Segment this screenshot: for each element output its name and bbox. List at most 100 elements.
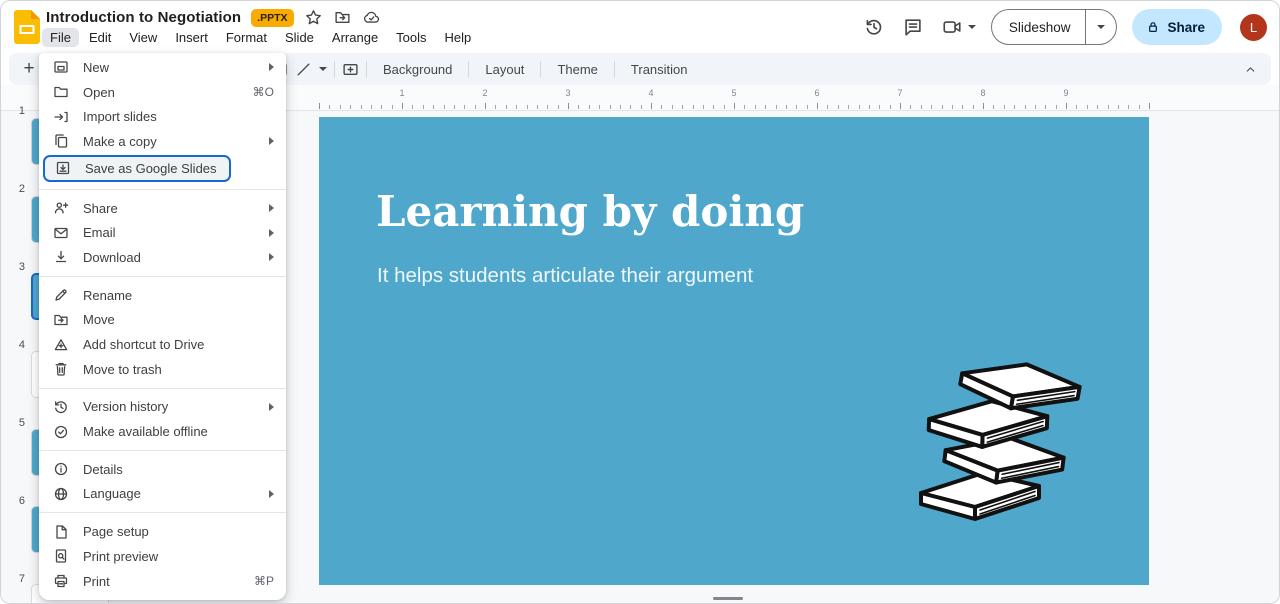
star-icon[interactable] (304, 8, 323, 27)
menu-item-email[interactable]: Email (39, 220, 286, 245)
toolbar-separator (468, 61, 469, 78)
menu-item-open[interactable]: Open⌘O (39, 80, 286, 105)
meet-camera-button[interactable] (940, 15, 976, 39)
collapse-toolbar-button[interactable] (1235, 53, 1265, 85)
menu-shortcut: ⌘O (253, 85, 274, 99)
comments-icon[interactable] (901, 15, 925, 39)
ruler-tick (682, 105, 683, 109)
ruler-tick (890, 105, 891, 109)
menu-item-language[interactable]: Language (39, 482, 286, 507)
menu-item-rename[interactable]: Rename (39, 283, 286, 308)
toolbar-background-button[interactable]: Background (374, 57, 461, 82)
ruler-tick (1056, 105, 1057, 109)
ruler-tick (910, 105, 911, 109)
menu-item-move[interactable]: Move (39, 308, 286, 333)
ruler-number: 1 (399, 88, 404, 98)
slideshow-dropdown-button[interactable] (1086, 10, 1116, 44)
books-stack-image[interactable] (905, 355, 1105, 533)
menu-item-details[interactable]: Details (39, 457, 286, 482)
version-history-icon[interactable] (862, 15, 886, 39)
menu-item-download[interactable]: Download (39, 245, 286, 270)
ruler-tick (1097, 105, 1098, 109)
cloud-saved-icon[interactable] (362, 8, 381, 27)
document-title[interactable]: Introduction to Negotiation (46, 9, 241, 26)
ruler-tick (973, 105, 974, 109)
slides-logo-icon[interactable] (14, 10, 40, 44)
menu-item-make-a-copy[interactable]: Make a copy (39, 129, 286, 154)
line-tool-icon[interactable] (295, 61, 312, 78)
ruler-ticks: 123456789 (319, 85, 1150, 110)
ruler-tick (329, 105, 330, 109)
menubar-help[interactable]: Help (437, 28, 480, 47)
printer-icon (53, 573, 69, 589)
ruler-tick (464, 105, 465, 109)
menubar-arrange[interactable]: Arrange (324, 28, 386, 47)
menu-item-label: Print preview (83, 549, 274, 564)
email-icon (53, 225, 69, 241)
ruler-tick (475, 105, 476, 109)
import-slides-icon (53, 109, 69, 125)
menubar-view[interactable]: View (121, 28, 165, 47)
ruler-tick (1004, 105, 1005, 109)
menu-item-make-available-offline[interactable]: Make available offline (39, 419, 286, 444)
menu-item-import-slides[interactable]: Import slides (39, 104, 286, 129)
menu-item-version-history[interactable]: Version history (39, 395, 286, 420)
toolbar-layout-button[interactable]: Layout (476, 57, 533, 82)
ruler-tick (859, 105, 860, 109)
ruler-tick (744, 105, 745, 109)
share-button[interactable]: Share (1132, 9, 1222, 45)
submenu-arrow-icon (269, 63, 274, 71)
folder-open-icon (53, 84, 69, 100)
notes-resize-handle[interactable] (713, 597, 743, 600)
print-preview-icon (53, 548, 69, 564)
menu-item-move-to-trash[interactable]: Move to trash (39, 357, 286, 382)
avatar[interactable]: L (1240, 14, 1267, 41)
menu-item-label: Details (83, 462, 274, 477)
menu-item-new[interactable]: New (39, 55, 286, 80)
ruler-tick (578, 105, 579, 109)
slide-subtitle-text[interactable]: It helps students articulate their argum… (377, 264, 753, 288)
menubar-edit[interactable]: Edit (81, 28, 119, 47)
menu-item-save-as-google-slides[interactable]: Save as Google Slides (39, 154, 286, 183)
ruler-tick (589, 105, 590, 109)
move-folder-icon[interactable] (333, 8, 352, 27)
menu-item-print-preview[interactable]: Print preview (39, 544, 286, 569)
menu-item-print[interactable]: Print⌘P (39, 569, 286, 594)
ruler-tick (412, 105, 413, 109)
menubar-slide[interactable]: Slide (277, 28, 322, 47)
menu-item-label: New (83, 60, 257, 75)
ruler-tick (1108, 105, 1109, 109)
ruler-tick (537, 105, 538, 109)
toolbar-theme-button[interactable]: Theme (548, 57, 606, 82)
slideshow-button[interactable]: Slideshow (992, 10, 1086, 44)
menu-item-add-shortcut-to-drive[interactable]: Add shortcut to Drive (39, 332, 286, 357)
folder-move-icon (53, 312, 69, 328)
chevron-down-icon[interactable] (319, 67, 327, 71)
app-window: Introduction to Negotiation .PPTX FileEd… (0, 0, 1280, 604)
ruler-tick (921, 105, 922, 109)
ruler-tick (1128, 105, 1129, 109)
menu-item-label: Import slides (83, 109, 274, 124)
ruler-tick (807, 105, 808, 109)
ruler-tick (838, 105, 839, 109)
ruler-tick (392, 105, 393, 109)
slide-title-text[interactable]: Learning by doing (376, 187, 804, 236)
menubar-tools[interactable]: Tools (388, 28, 434, 47)
ruler-tick (796, 105, 797, 109)
toolbar-transition-button[interactable]: Transition (622, 57, 697, 82)
ruler-tick (433, 105, 434, 109)
menubar-insert[interactable]: Insert (167, 28, 216, 47)
menu-item-page-setup[interactable]: Page setup (39, 519, 286, 544)
ruler-tick (1035, 105, 1036, 109)
title-row: Introduction to Negotiation .PPTX (46, 8, 381, 27)
insert-placeholder-icon[interactable] (342, 61, 359, 78)
ruler-tick (444, 105, 445, 109)
menubar-file[interactable]: File (42, 28, 79, 47)
menubar-format[interactable]: Format (218, 28, 275, 47)
menu-item-share[interactable]: Share (39, 196, 286, 221)
ruler-tick (848, 105, 849, 109)
ruler-tick (693, 105, 694, 109)
ruler-tick (1118, 105, 1119, 109)
menu-item-label: Email (83, 225, 257, 240)
menu-separator (39, 512, 286, 513)
